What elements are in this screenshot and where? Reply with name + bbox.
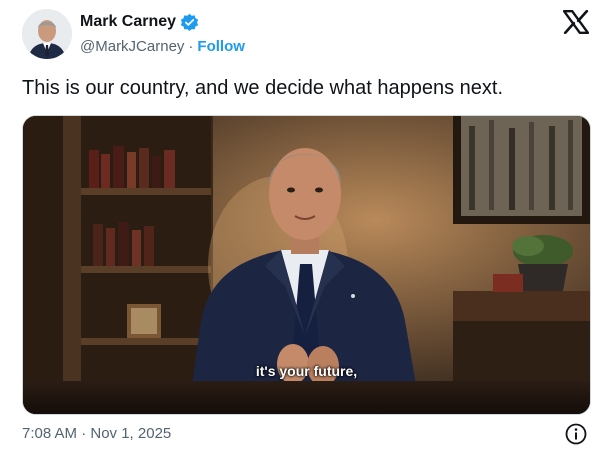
tweet-text: This is our country, and we decide what … — [22, 77, 504, 99]
author-name[interactable]: Mark Carney — [80, 13, 176, 31]
author-handle[interactable]: @MarkJCarney — [80, 38, 184, 55]
avatar[interactable] — [22, 9, 72, 59]
info-icon[interactable] — [565, 423, 587, 445]
follow-button[interactable]: Follow — [197, 38, 245, 55]
tweet-card: Mark Carney @MarkJCarney · Follow This i… — [0, 0, 607, 458]
verified-badge-icon — [180, 13, 199, 32]
x-logo-icon[interactable] — [562, 9, 590, 35]
video-player[interactable]: it's your future, — [22, 115, 591, 415]
timestamp-link[interactable]: 7:08 AM · Nov 1, 2025 — [22, 425, 171, 442]
video-caption: it's your future, — [255, 363, 358, 379]
separator-dot: · — [188, 38, 194, 55]
author-block: Mark Carney @MarkJCarney · Follow — [80, 11, 245, 55]
